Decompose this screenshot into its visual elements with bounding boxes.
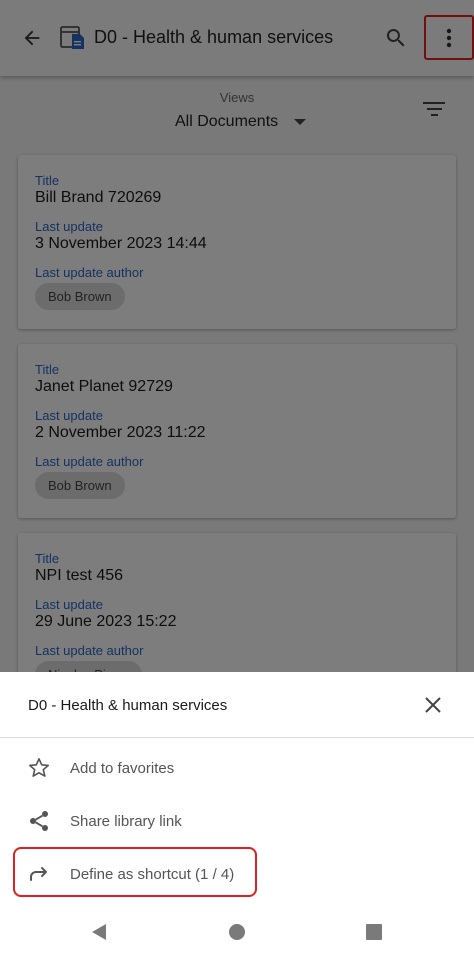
divider <box>0 737 474 738</box>
share-icon <box>26 808 52 834</box>
star-icon <box>26 755 52 781</box>
system-nav-bar <box>0 906 474 959</box>
highlight-box <box>13 847 257 897</box>
share-library-link-item[interactable]: Share library link <box>0 795 474 847</box>
close-button[interactable] <box>420 692 446 718</box>
close-icon <box>425 697 441 713</box>
sheet-title: D0 - Health & human services <box>28 697 228 714</box>
add-to-favorites-item[interactable]: Add to favorites <box>0 742 474 794</box>
menu-item-label: Share library link <box>70 812 182 830</box>
menu-item-label: Add to favorites <box>70 759 175 777</box>
nav-back-icon[interactable] <box>90 923 108 941</box>
nav-recents-icon[interactable] <box>366 924 382 940</box>
nav-home-icon[interactable] <box>229 924 245 940</box>
